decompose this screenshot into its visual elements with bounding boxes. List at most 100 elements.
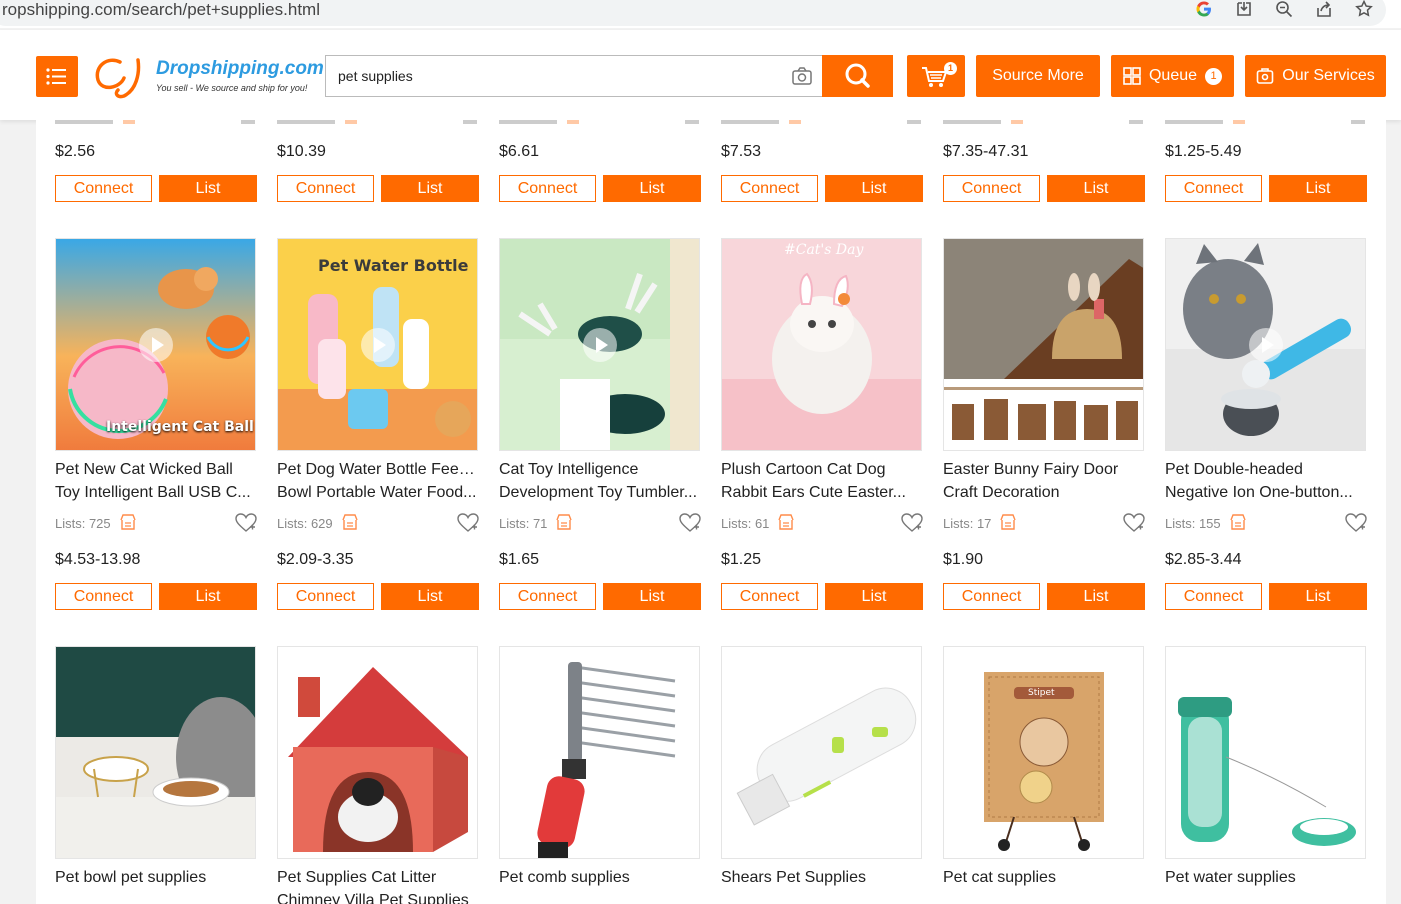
product-title[interactable]: Pet cat supplies (943, 866, 1145, 889)
store-icon (341, 513, 359, 534)
add-to-wishlist-icon[interactable] (235, 513, 257, 533)
logo-tagline: You sell - We source and ship for you! (156, 83, 308, 93)
play-video-icon[interactable] (1248, 327, 1284, 363)
url-text[interactable]: ropshipping.com/search/pet+supplies.html (2, 0, 320, 20)
bookmark-star-icon[interactable] (1355, 0, 1373, 18)
product-title-line-1: Pet water supplies (1165, 869, 1296, 886)
product-image[interactable]: #Cat's Day (721, 238, 922, 451)
image-overlay-text: Intelligent Cat Ball (106, 419, 254, 435)
lists-count: Lists: 629 (277, 516, 333, 531)
play-video-icon[interactable] (360, 327, 396, 363)
download-icon[interactable] (1235, 0, 1253, 18)
image-overlay-text: #Cat's Day (784, 242, 864, 258)
product-title[interactable]: Pet Dog Water Bottle Feeder Bowl Portable… (277, 458, 479, 504)
product-image[interactable] (721, 646, 922, 859)
connect-button[interactable]: Connect (499, 583, 596, 610)
site-logo[interactable]: Dropshipping.com You sell - We source an… (90, 52, 324, 102)
product-image[interactable]: Pet Water Bottle (277, 238, 478, 451)
product-image[interactable] (499, 646, 700, 859)
connect-button[interactable]: Connect (277, 583, 374, 610)
zoom-out-icon[interactable] (1275, 0, 1293, 18)
product-price: $10.39 (277, 143, 326, 160)
product-price: $1.25-5.49 (1165, 143, 1242, 160)
connect-button[interactable]: Connect (277, 175, 374, 202)
list-button[interactable]: List (825, 583, 923, 610)
product-title-line-1: Pet cat supplies (943, 869, 1056, 886)
cutoff-lists-row (277, 120, 479, 128)
connect-button[interactable]: Connect (55, 175, 152, 202)
add-to-wishlist-icon[interactable] (457, 513, 479, 533)
connect-button[interactable]: Connect (721, 175, 818, 202)
play-video-icon[interactable] (582, 327, 618, 363)
product-title[interactable]: Pet Double-headed Negative Ion One-button… (1165, 458, 1367, 504)
site-header: Dropshipping.com You sell - We source an… (0, 30, 1401, 120)
product-title[interactable]: Pet Supplies Cat Litter Chimney Villa Pet… (277, 866, 479, 904)
product-title[interactable]: Pet water supplies (1165, 866, 1367, 889)
list-button[interactable]: List (1269, 175, 1367, 202)
camera-icon[interactable] (791, 66, 813, 86)
connect-button[interactable]: Connect (721, 583, 818, 610)
add-to-wishlist-icon[interactable] (901, 513, 923, 533)
product-title[interactable]: Plush Cartoon Cat Dog Rabbit Ears Cute Ea… (721, 458, 923, 504)
list-button[interactable]: List (381, 583, 479, 610)
product-image[interactable] (1165, 238, 1366, 451)
list-button[interactable]: List (381, 175, 479, 202)
menu-button[interactable] (36, 56, 78, 97)
list-button[interactable]: List (1269, 583, 1367, 610)
product-image[interactable] (1165, 646, 1366, 859)
add-to-wishlist-icon[interactable] (679, 513, 701, 533)
product-image[interactable]: Intelligent Cat Ball (55, 238, 256, 451)
list-button[interactable]: List (603, 175, 701, 202)
connect-button[interactable]: Connect (943, 175, 1040, 202)
product-grid: $2.56 Connect List $10.39 Connect List $6.61 Co… (36, 120, 1386, 904)
add-to-wishlist-icon[interactable] (1123, 513, 1145, 533)
cart-icon (922, 67, 948, 87)
product-title[interactable]: Shears Pet Supplies (721, 866, 923, 889)
product-title[interactable]: Easter Bunny Fairy Door Craft Decoration (943, 458, 1145, 504)
play-video-icon[interactable] (138, 327, 174, 363)
our-services-label: Our Services (1282, 67, 1375, 84)
list-button[interactable]: List (159, 175, 257, 202)
product-title[interactable]: Pet comb supplies (499, 866, 701, 889)
connect-button[interactable]: Connect (499, 175, 596, 202)
list-button[interactable]: List (1047, 583, 1145, 610)
list-button[interactable]: List (159, 583, 257, 610)
product-title-line-1: Shears Pet Supplies (721, 869, 866, 886)
list-button[interactable]: List (1047, 175, 1145, 202)
lists-row: Lists: 71 (499, 513, 573, 534)
product-image[interactable]: Stipet (943, 646, 1144, 859)
our-services-button[interactable]: Our Services (1245, 55, 1386, 97)
store-icon (555, 513, 573, 534)
product-price: $4.53-13.98 (55, 551, 141, 568)
search-input[interactable] (325, 55, 822, 97)
connect-button[interactable]: Connect (1165, 175, 1262, 202)
cutoff-lists-row (1165, 120, 1367, 128)
product-title-line-2: Craft Decoration (943, 484, 1060, 501)
add-to-wishlist-icon[interactable] (1345, 513, 1367, 533)
store-icon (777, 513, 795, 534)
lists-row: Lists: 17 (943, 513, 1017, 534)
cart-button[interactable]: 1 (907, 55, 965, 97)
list-button[interactable]: List (825, 175, 923, 202)
product-image[interactable] (277, 646, 478, 859)
hamburger-icon (46, 68, 66, 85)
product-title-line-1: Pet New Cat Wicked Ball (55, 461, 233, 478)
product-title[interactable]: Pet bowl pet supplies (55, 866, 257, 889)
product-title-line-2: Development Toy Tumbler... (499, 484, 698, 501)
list-button[interactable]: List (603, 583, 701, 610)
product-title[interactable]: Cat Toy Intelligence Development Toy Tumb… (499, 458, 701, 504)
search-button[interactable] (822, 55, 893, 97)
product-title[interactable]: Pet New Cat Wicked Ball Toy Intelligent B… (55, 458, 257, 504)
share-icon[interactable] (1315, 0, 1333, 18)
product-image[interactable] (55, 646, 256, 859)
connect-button[interactable]: Connect (1165, 583, 1262, 610)
product-price: $7.53 (721, 143, 762, 160)
product-image[interactable] (943, 238, 1144, 451)
queue-button[interactable]: Queue 1 (1111, 55, 1234, 97)
google-icon[interactable] (1195, 0, 1213, 18)
connect-button[interactable]: Connect (55, 583, 152, 610)
product-image[interactable] (499, 238, 700, 451)
source-more-button[interactable]: Source More (976, 55, 1100, 97)
connect-button[interactable]: Connect (943, 583, 1040, 610)
product-price: $6.61 (499, 143, 540, 160)
